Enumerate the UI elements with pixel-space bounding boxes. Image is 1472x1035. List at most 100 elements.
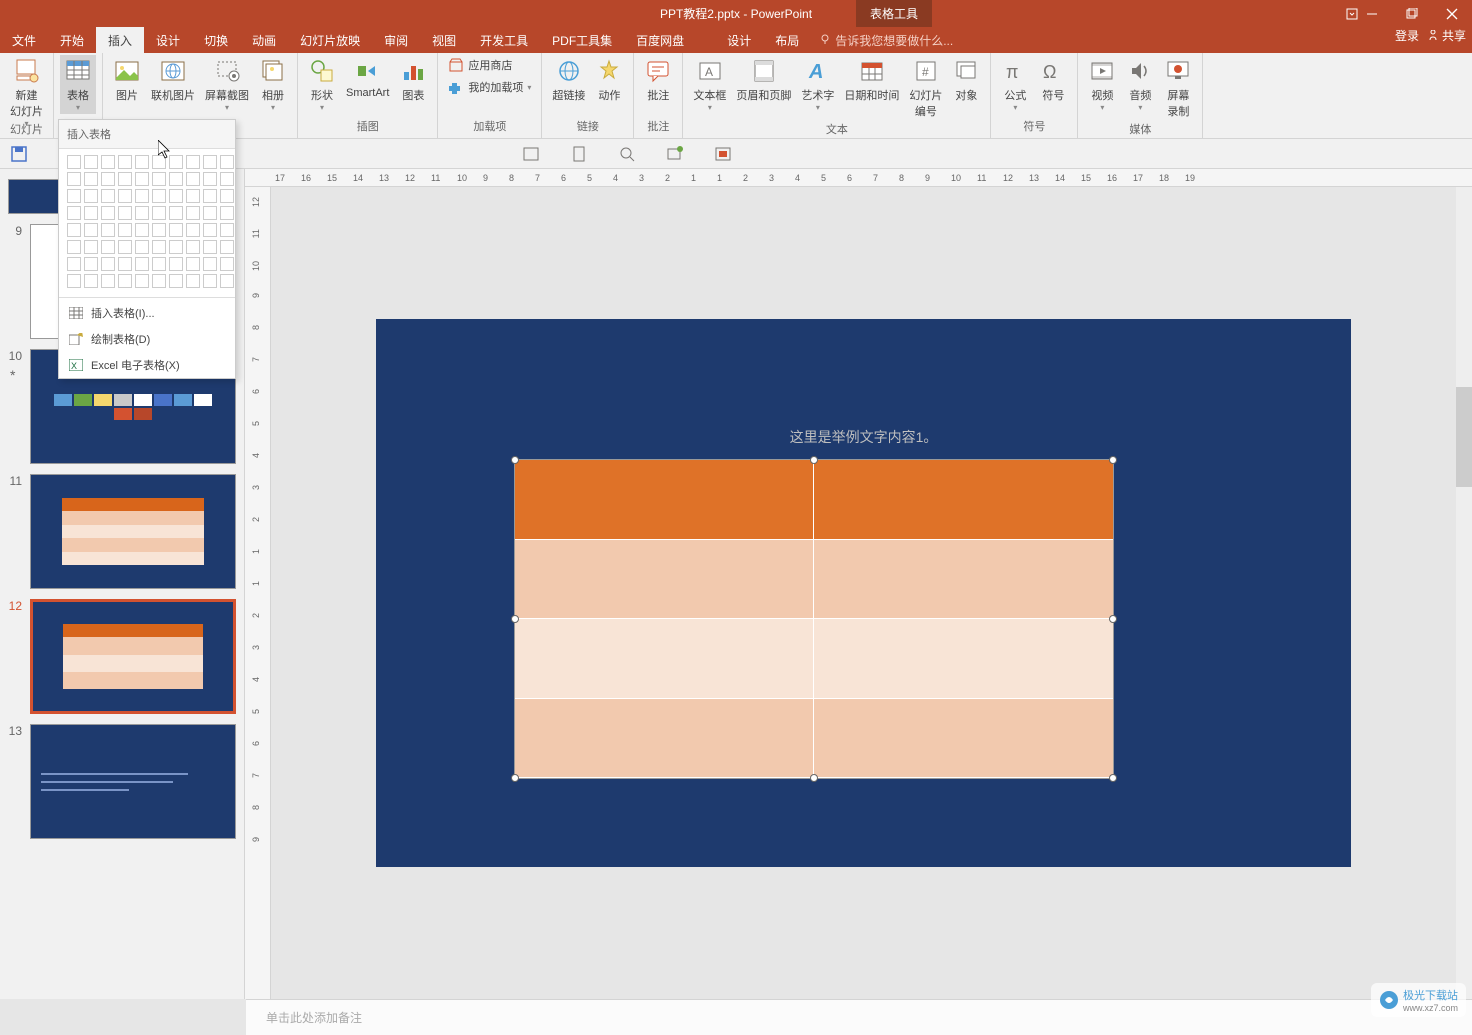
- grid-cell[interactable]: [84, 240, 98, 254]
- slide-number-button[interactable]: # 幻灯片 编号: [905, 55, 946, 121]
- slide-title-text[interactable]: 这里是举例文字内容1。: [790, 427, 938, 447]
- grid-cell[interactable]: [203, 172, 217, 186]
- grid-cell[interactable]: [152, 240, 166, 254]
- grid-cell[interactable]: [67, 206, 81, 220]
- thumbnail-12[interactable]: 12: [8, 599, 236, 714]
- maximize-button[interactable]: [1392, 0, 1432, 27]
- notes-area[interactable]: 单击此处添加备注: [246, 999, 1472, 1035]
- grid-cell[interactable]: [101, 206, 115, 220]
- picture-button[interactable]: 图片: [109, 55, 145, 105]
- tab-slideshow[interactable]: 幻灯片放映: [288, 27, 372, 53]
- grid-cell[interactable]: [135, 240, 149, 254]
- grid-cell[interactable]: [118, 206, 132, 220]
- grid-cell[interactable]: [220, 257, 234, 271]
- grid-cell[interactable]: [101, 240, 115, 254]
- draw-table[interactable]: 绘制表格(D): [59, 326, 235, 352]
- qa-tool-4[interactable]: [666, 145, 684, 163]
- smartart-button[interactable]: SmartArt: [342, 55, 393, 101]
- grid-cell[interactable]: [101, 189, 115, 203]
- grid-cell[interactable]: [101, 172, 115, 186]
- grid-cell[interactable]: [84, 223, 98, 237]
- tab-pdf[interactable]: PDF工具集: [540, 27, 624, 53]
- grid-cell[interactable]: [152, 189, 166, 203]
- grid-cell[interactable]: [135, 189, 149, 203]
- grid-cell[interactable]: [135, 257, 149, 271]
- scrollbar-thumb[interactable]: [1456, 387, 1472, 487]
- photo-album-button[interactable]: 相册 ▾: [255, 55, 291, 114]
- online-picture-button[interactable]: 联机图片: [147, 55, 199, 105]
- qa-tool-3[interactable]: [618, 145, 636, 163]
- grid-cell[interactable]: [152, 274, 166, 288]
- grid-cell[interactable]: [67, 240, 81, 254]
- save-icon[interactable]: [10, 145, 28, 163]
- grid-cell[interactable]: [67, 257, 81, 271]
- grid-cell[interactable]: [67, 274, 81, 288]
- selection-handle[interactable]: [810, 774, 818, 782]
- grid-cell[interactable]: [203, 240, 217, 254]
- grid-cell[interactable]: [152, 172, 166, 186]
- grid-cell[interactable]: [152, 257, 166, 271]
- grid-cell[interactable]: [118, 257, 132, 271]
- tab-developer[interactable]: 开发工具: [468, 27, 540, 53]
- grid-cell[interactable]: [135, 206, 149, 220]
- grid-cell[interactable]: [220, 240, 234, 254]
- table-size-grid[interactable]: [59, 149, 235, 295]
- grid-cell[interactable]: [186, 155, 200, 169]
- grid-cell[interactable]: [169, 155, 183, 169]
- vertical-scrollbar[interactable]: [1456, 187, 1472, 999]
- context-tab-layout[interactable]: 布局: [763, 27, 811, 53]
- selection-handle[interactable]: [511, 774, 519, 782]
- grid-cell[interactable]: [118, 189, 132, 203]
- grid-cell[interactable]: [169, 257, 183, 271]
- date-time-button[interactable]: 日期和时间: [840, 55, 903, 105]
- video-button[interactable]: 视频 ▾: [1084, 55, 1120, 114]
- hyperlink-button[interactable]: 超链接: [548, 55, 589, 105]
- grid-cell[interactable]: [220, 155, 234, 169]
- tab-home[interactable]: 开始: [48, 27, 96, 53]
- text-box-button[interactable]: A 文本框 ▾: [689, 55, 730, 114]
- grid-cell[interactable]: [169, 274, 183, 288]
- grid-cell[interactable]: [169, 189, 183, 203]
- grid-cell[interactable]: [203, 274, 217, 288]
- grid-cell[interactable]: [186, 223, 200, 237]
- grid-cell[interactable]: [186, 189, 200, 203]
- equation-button[interactable]: π 公式 ▾: [997, 55, 1033, 114]
- chart-button[interactable]: 图表: [395, 55, 431, 105]
- selection-handle[interactable]: [511, 615, 519, 623]
- selection-handle[interactable]: [1109, 774, 1117, 782]
- grid-cell[interactable]: [220, 274, 234, 288]
- wordart-button[interactable]: A 艺术字 ▾: [797, 55, 838, 114]
- grid-cell[interactable]: [67, 155, 81, 169]
- table-button[interactable]: 表格 ▾: [60, 55, 96, 114]
- grid-cell[interactable]: [169, 240, 183, 254]
- minimize-button[interactable]: [1352, 0, 1392, 27]
- grid-cell[interactable]: [203, 206, 217, 220]
- tab-baidu[interactable]: 百度网盘: [624, 27, 696, 53]
- grid-cell[interactable]: [101, 257, 115, 271]
- tab-review[interactable]: 审阅: [372, 27, 420, 53]
- object-button[interactable]: 对象: [948, 55, 984, 105]
- context-tab-design[interactable]: 设计: [715, 27, 763, 53]
- app-store-button[interactable]: 应用商店: [444, 55, 535, 75]
- thumbnail-13[interactable]: 13: [8, 724, 236, 839]
- shapes-button[interactable]: 形状 ▾: [304, 55, 340, 114]
- action-button[interactable]: 动作: [591, 55, 627, 105]
- screen-recording-button[interactable]: 屏幕 录制: [1160, 55, 1196, 121]
- qa-tool-5[interactable]: [714, 145, 732, 163]
- grid-cell[interactable]: [152, 155, 166, 169]
- grid-cell[interactable]: [118, 155, 132, 169]
- grid-cell[interactable]: [67, 172, 81, 186]
- close-button[interactable]: [1432, 0, 1472, 27]
- insert-table-dialog[interactable]: 插入表格(I)...: [59, 300, 235, 326]
- tab-insert[interactable]: 插入: [96, 27, 144, 53]
- header-footer-button[interactable]: 页眉和页脚: [732, 55, 795, 105]
- selection-handle[interactable]: [1109, 615, 1117, 623]
- selection-handle[interactable]: [511, 456, 519, 464]
- grid-cell[interactable]: [203, 189, 217, 203]
- tab-design[interactable]: 设计: [144, 27, 192, 53]
- grid-cell[interactable]: [203, 257, 217, 271]
- grid-cell[interactable]: [169, 172, 183, 186]
- grid-cell[interactable]: [118, 274, 132, 288]
- qa-tool-2[interactable]: [570, 145, 588, 163]
- grid-cell[interactable]: [135, 172, 149, 186]
